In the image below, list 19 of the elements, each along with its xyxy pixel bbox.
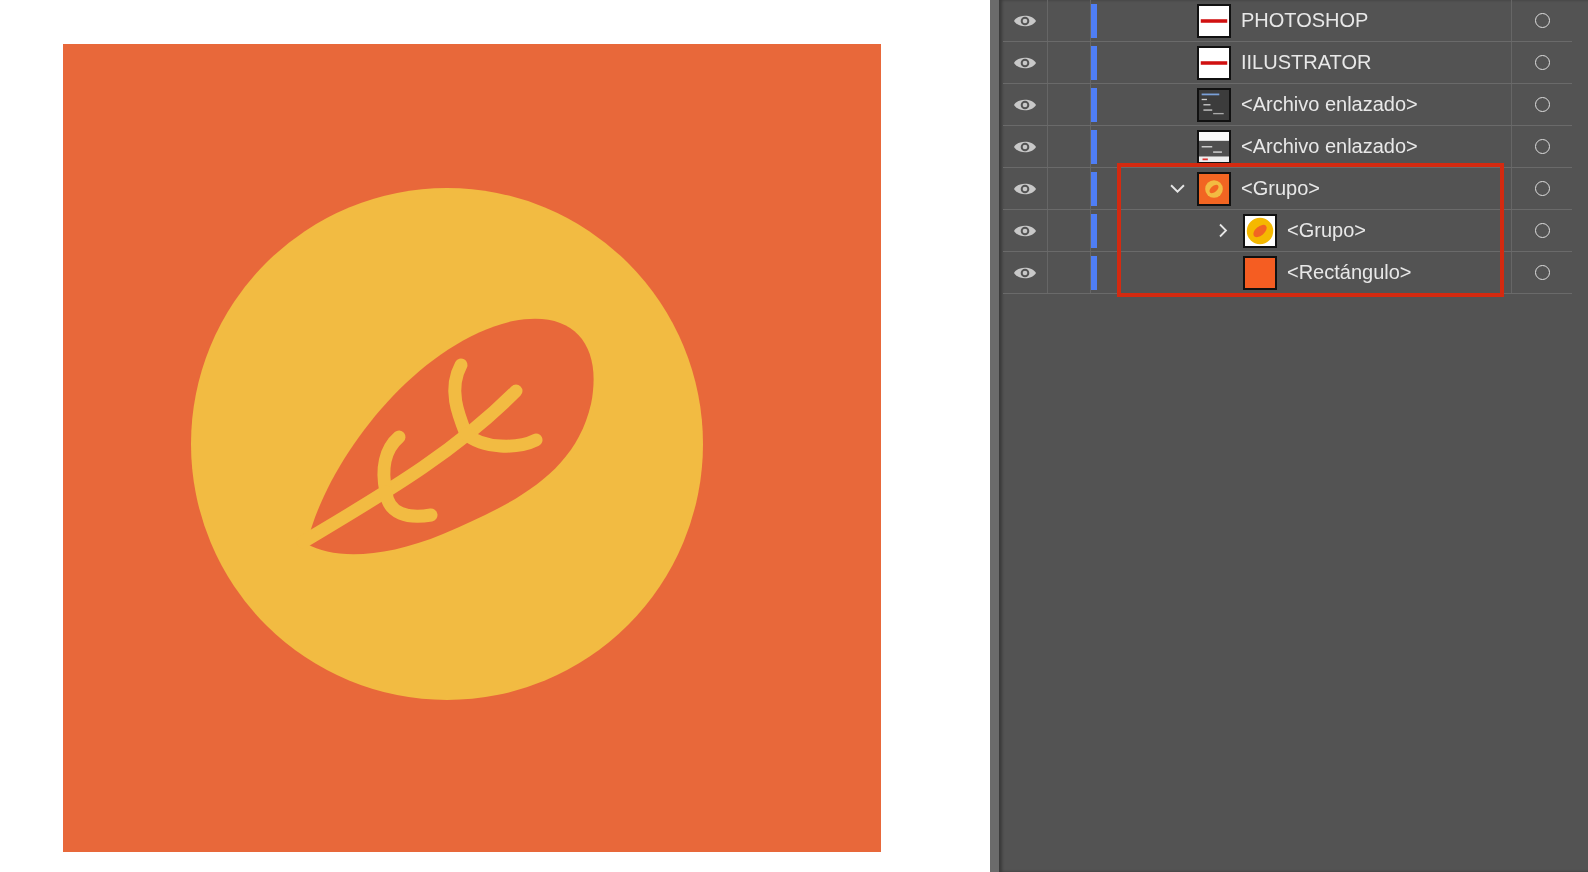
layer-name[interactable]: <Grupo>	[1287, 219, 1366, 242]
layer-color-bar	[1091, 171, 1097, 206]
layer-name[interactable]: <Rectángulo>	[1287, 261, 1412, 284]
chevron-down-icon[interactable]	[1169, 183, 1185, 194]
layer-color-bar	[1091, 129, 1097, 164]
layer-name[interactable]: PHOTOSHOP	[1241, 9, 1369, 32]
chevron-right-icon[interactable]	[1218, 223, 1228, 238]
layer-color-bar	[1091, 3, 1097, 38]
layer-color-bar	[1091, 45, 1097, 80]
layer-color-bar	[1091, 87, 1097, 122]
rectangle-thumbnail	[1243, 255, 1277, 290]
leaf-logo-icon	[1197, 171, 1231, 206]
layer-name[interactable]: <Archivo enlazado>	[1241, 135, 1418, 158]
layer-color-bar	[1091, 255, 1097, 290]
layer-name[interactable]: <Grupo>	[1241, 177, 1320, 200]
layer-color-bar	[1091, 213, 1097, 248]
leaf-badge-icon	[1243, 213, 1277, 248]
layer-name[interactable]: <Archivo enlazado>	[1241, 93, 1418, 116]
layer-name[interactable]: IILUSTRATOR	[1241, 51, 1372, 74]
